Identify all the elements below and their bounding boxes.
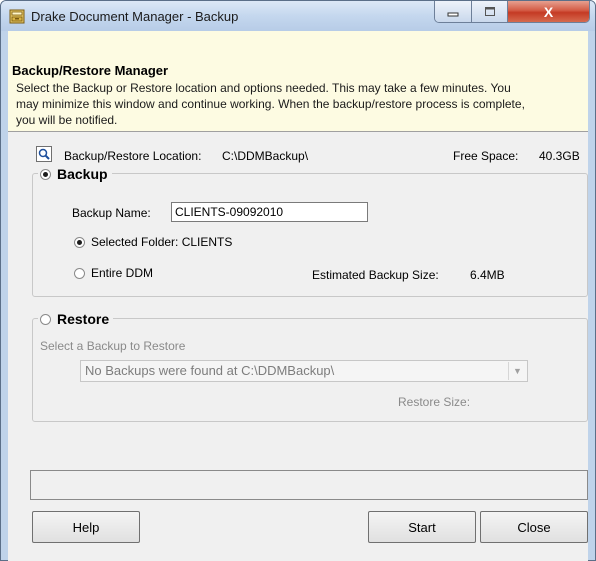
backup-radio-indicator xyxy=(40,168,51,180)
caption-buttons: X xyxy=(434,1,590,23)
restore-backup-select[interactable]: No Backups were found at C:\DDMBackup\ ▼ xyxy=(80,360,528,382)
maximize-icon xyxy=(484,7,495,16)
backup-name-input[interactable] xyxy=(171,202,368,222)
estimated-size-label: Estimated Backup Size: xyxy=(312,268,439,282)
help-button-label: Help xyxy=(72,519,100,535)
close-button[interactable]: Close xyxy=(480,511,588,543)
start-button-label: Start xyxy=(408,519,436,535)
restore-radio-indicator xyxy=(40,313,51,325)
selected-folder-label: Selected Folder: CLIENTS xyxy=(91,235,233,249)
restore-group-title: Restore xyxy=(57,311,110,327)
dropdown-arrow-icon: ▼ xyxy=(508,362,526,380)
option-entire-ddm[interactable]: Entire DDM xyxy=(74,266,153,280)
header-title: Backup/Restore Manager xyxy=(12,63,169,78)
header-description: Select the Backup or Restore location an… xyxy=(16,81,525,127)
minimize-button[interactable] xyxy=(435,1,472,22)
free-space-label: Free Space: xyxy=(453,149,519,163)
backup-radio[interactable]: Backup xyxy=(38,166,112,182)
progress-status-bar xyxy=(30,470,588,500)
minimize-icon xyxy=(447,12,459,16)
entire-ddm-radio xyxy=(74,267,85,279)
app-icon xyxy=(9,9,25,24)
location-path: C:\DDMBackup\ xyxy=(222,149,309,163)
close-window-button[interactable]: X xyxy=(508,1,589,22)
close-icon: X xyxy=(543,3,554,20)
start-button[interactable]: Start xyxy=(368,511,476,543)
close-button-label: Close xyxy=(517,519,551,535)
backup-group-title: Backup xyxy=(57,166,108,182)
restore-select-label: Select a Backup to Restore xyxy=(40,339,186,353)
restore-radio[interactable]: Restore xyxy=(38,311,114,327)
estimated-size-value: 6.4MB xyxy=(470,268,505,282)
maximize-button[interactable] xyxy=(472,1,508,22)
help-button[interactable]: Help xyxy=(32,511,140,543)
selected-folder-radio xyxy=(74,236,85,248)
entire-ddm-label: Entire DDM xyxy=(91,266,154,280)
magnifier-icon xyxy=(38,148,50,160)
backup-name-label: Backup Name: xyxy=(72,206,151,220)
option-selected-folder[interactable]: Selected Folder: CLIENTS xyxy=(74,235,232,249)
location-label: Backup/Restore Location: xyxy=(64,149,202,163)
restore-select-value: No Backups were found at C:\DDMBackup\ xyxy=(85,363,335,378)
free-space-value: 40.3GB xyxy=(539,149,580,163)
window-title: Drake Document Manager - Backup xyxy=(31,9,239,24)
browse-folder-icon[interactable] xyxy=(36,146,52,162)
restore-size-label: Restore Size: xyxy=(398,395,471,409)
